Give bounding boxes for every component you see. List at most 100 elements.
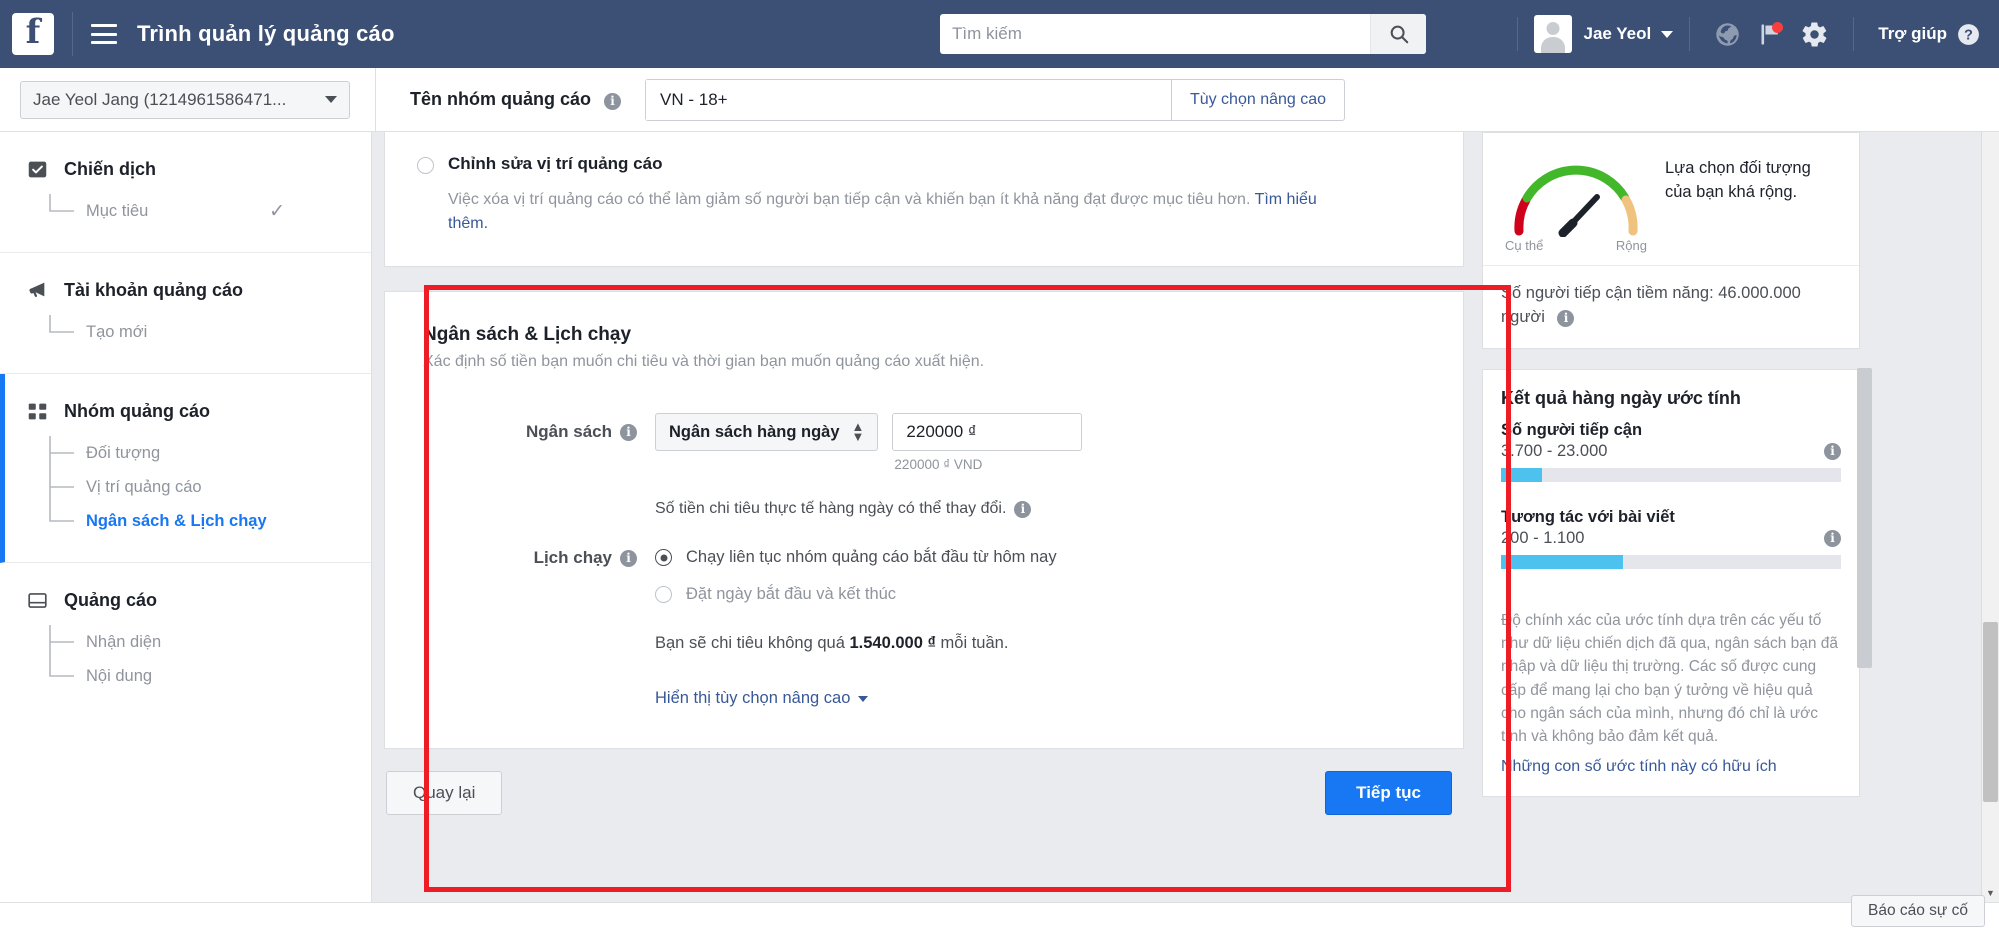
sidebar-sub-label: Tạo mới <box>86 322 148 341</box>
sidebar-item-objective[interactable]: Mục tiêu ✓ <box>40 194 371 228</box>
potential-reach-text: Số người tiếp cận tiềm năng: 46.000.000 … <box>1501 284 1801 326</box>
adset-name-label: Tên nhóm quảng cáo i <box>410 89 622 110</box>
gauge-icon <box>1514 165 1638 238</box>
window-icon <box>26 589 48 611</box>
sidebar-item-create-new[interactable]: Tạo mới <box>40 315 371 349</box>
stepper-icon: ▲ ▼ <box>851 418 865 444</box>
bottom-status-bar <box>0 902 1999 929</box>
search-input[interactable] <box>940 14 1370 54</box>
estimate-feedback-link[interactable]: Những con số ước tính này có hữu ích <box>1483 758 1859 796</box>
divider <box>1853 17 1855 51</box>
budget-amount-input[interactable] <box>892 413 1083 451</box>
advanced-options-link[interactable]: Tùy chọn nâng cao <box>1170 79 1344 120</box>
flag-icon[interactable] <box>1757 21 1784 48</box>
sidebar-item-ads[interactable]: Quảng cáo <box>0 589 371 611</box>
sidebar-item-ad-account[interactable]: Tài khoản quảng cáo <box>0 279 371 301</box>
ad-account-selector[interactable]: Jae Yeol Jang (1214961586471... <box>20 80 350 119</box>
metric-bar <box>1501 467 1841 482</box>
adset-name-field[interactable]: Tùy chọn nâng cao <box>645 78 1346 121</box>
page-scrollbar-track[interactable]: ▼ <box>1981 132 1999 902</box>
sidebar-sub-label: Nội dung <box>86 666 153 685</box>
help-label: Trợ giúp <box>1878 24 1947 43</box>
continue-button[interactable]: Tiếp tục <box>1325 771 1452 815</box>
budget-field-label: Ngân sách i <box>423 413 655 442</box>
sidebar-group-ad-account: Tài khoản quảng cáo Tạo mới <box>0 253 371 374</box>
weekly-spend-amount: 1.540.000 ₫ <box>849 634 936 652</box>
sidebar-label: Tài khoản quảng cáo <box>64 279 244 300</box>
weekly-spend-cap: Bạn sẽ chi tiêu không quá 1.540.000 ₫ mỗ… <box>655 634 1009 652</box>
metric-reach: Số người tiếp cận 3.700 - 23.000 i <box>1501 421 1841 482</box>
placement-edit-section: Chỉnh sửa vị trí quảng cáo Việc xóa vị t… <box>384 132 1464 267</box>
budget-card-subtitle: Xác định số tiền bạn muốn chi tiêu và th… <box>423 353 985 370</box>
help-button[interactable]: Trợ giúp ? <box>1878 22 1981 47</box>
tree-connector-icon <box>40 504 80 538</box>
sidebar-sublist: Nhận diện Nội dung <box>0 625 371 693</box>
audience-gauge-card: Cụ thể Rộng Lựa chọn đối tượng của bạn k… <box>1482 132 1860 349</box>
sidebar-label: Quảng cáo <box>64 589 158 610</box>
gear-icon[interactable] <box>1800 20 1829 49</box>
continuous-label: Chạy liên tục nhóm quảng cáo bắt đầu từ … <box>686 548 1057 566</box>
sidebar-label: Chiến dịch <box>64 158 157 179</box>
report-issue-button[interactable]: Báo cáo sự cố <box>1851 895 1985 927</box>
sidebar-item-campaign[interactable]: Chiến dịch <box>0 158 371 180</box>
tree-connector-icon <box>40 436 80 470</box>
continuous-radio[interactable] <box>655 549 672 566</box>
app-title: Trình quản lý quảng cáo <box>137 21 395 46</box>
advanced-toggle-label: Hiển thị tùy chọn nâng cao <box>655 689 851 707</box>
show-advanced-options-toggle[interactable]: Hiển thị tùy chọn nâng cao <box>655 689 869 708</box>
sidebar-sublist: Tạo mới <box>0 315 371 349</box>
audience-gauge: Cụ thể Rộng <box>1501 153 1651 253</box>
info-icon[interactable]: i <box>1824 529 1841 547</box>
sidebar-item-budget-schedule[interactable]: Ngân sách & Lịch chạy <box>40 504 371 538</box>
budget-row: Ngân sách i Ngân sách hàng ngày ▲ ▼ 22000… <box>423 413 1425 518</box>
grid-icon <box>26 400 48 422</box>
globe-icon[interactable] <box>1714 21 1741 48</box>
megaphone-icon <box>26 279 48 301</box>
sidebar-item-adset[interactable]: Nhóm quảng cáo <box>5 400 371 422</box>
estimate-column: Cụ thể Rộng Lựa chọn đối tượng của bạn k… <box>1482 132 1872 817</box>
adset-name-input[interactable] <box>646 79 1171 120</box>
info-icon[interactable]: i <box>620 549 637 567</box>
sidebar-sub-label: Vị trí quảng cáo <box>86 477 202 496</box>
search-icon[interactable] <box>1370 14 1426 54</box>
results-title: Kết quả hàng ngày ước tính <box>1501 387 1741 408</box>
sidebar-item-identity[interactable]: Nhận diện <box>40 625 371 659</box>
info-icon[interactable]: i <box>604 92 622 110</box>
info-icon[interactable]: i <box>1557 310 1575 328</box>
sidebar-item-content[interactable]: Nội dung <box>40 659 371 693</box>
schedule-option-date-range[interactable]: Đặt ngày bắt đầu và kết thúc <box>655 585 1425 604</box>
budget-card-title: Ngân sách & Lịch chạy <box>423 324 632 345</box>
page-scrollbar-thumb[interactable] <box>1983 622 1998 802</box>
ad-account-name: Jae Yeol Jang (1214961586471... <box>33 89 287 109</box>
back-button[interactable]: Quay lại <box>386 771 503 815</box>
estimate-panel-scrollbar[interactable] <box>1857 368 1872 668</box>
budget-field: Ngân sách hàng ngày ▲▼ 220000 ₫ VND Số t… <box>655 413 1425 518</box>
info-icon[interactable]: i <box>1824 442 1841 460</box>
checkbox-icon <box>26 158 48 180</box>
sidebar-sublist: Mục tiêu ✓ <box>0 194 371 228</box>
divider <box>1689 17 1691 51</box>
global-search[interactable] <box>940 14 1426 54</box>
sidebar-item-audience[interactable]: Đối tượng <box>40 436 371 470</box>
date-range-radio[interactable] <box>655 586 672 603</box>
placement-radio-row[interactable]: Chỉnh sửa vị trí quảng cáo <box>417 154 1431 174</box>
info-icon[interactable]: i <box>1014 500 1032 518</box>
sidebar-group-ads: Quảng cáo Nhận diện Nội dung <box>0 563 371 717</box>
menu-icon[interactable] <box>91 24 117 44</box>
metric-engagement: Tương tác với bài viết 200 - 1.100 i <box>1501 508 1841 569</box>
sidebar-item-placement[interactable]: Vị trí quảng cáo <box>40 470 371 504</box>
sidebar-sub-label: Mục tiêu <box>86 201 149 220</box>
sidebar-label: Nhóm quảng cáo <box>64 400 211 421</box>
chevron-down-icon <box>858 695 869 702</box>
form-column: Chỉnh sửa vị trí quảng cáo Việc xóa vị t… <box>384 132 1464 841</box>
edit-placement-radio[interactable] <box>417 157 434 174</box>
facebook-logo-icon[interactable]: f <box>12 13 54 55</box>
estimated-results-card: Kết quả hàng ngày ước tính Số người tiếp… <box>1482 368 1860 798</box>
info-icon[interactable]: i <box>620 423 637 441</box>
user-menu[interactable]: Jae Yeol <box>1533 15 1674 53</box>
budget-type-select[interactable]: Ngân sách hàng ngày ▲ ▼ <box>655 413 879 451</box>
schedule-field: Chạy liên tục nhóm quảng cáo bắt đầu từ … <box>655 548 1425 708</box>
budget-amount-wrap: 220000 ₫ VND <box>892 413 1083 472</box>
schedule-option-continuous[interactable]: Chạy liên tục nhóm quảng cáo bắt đầu từ … <box>655 548 1425 567</box>
chevron-down-icon <box>325 96 337 103</box>
